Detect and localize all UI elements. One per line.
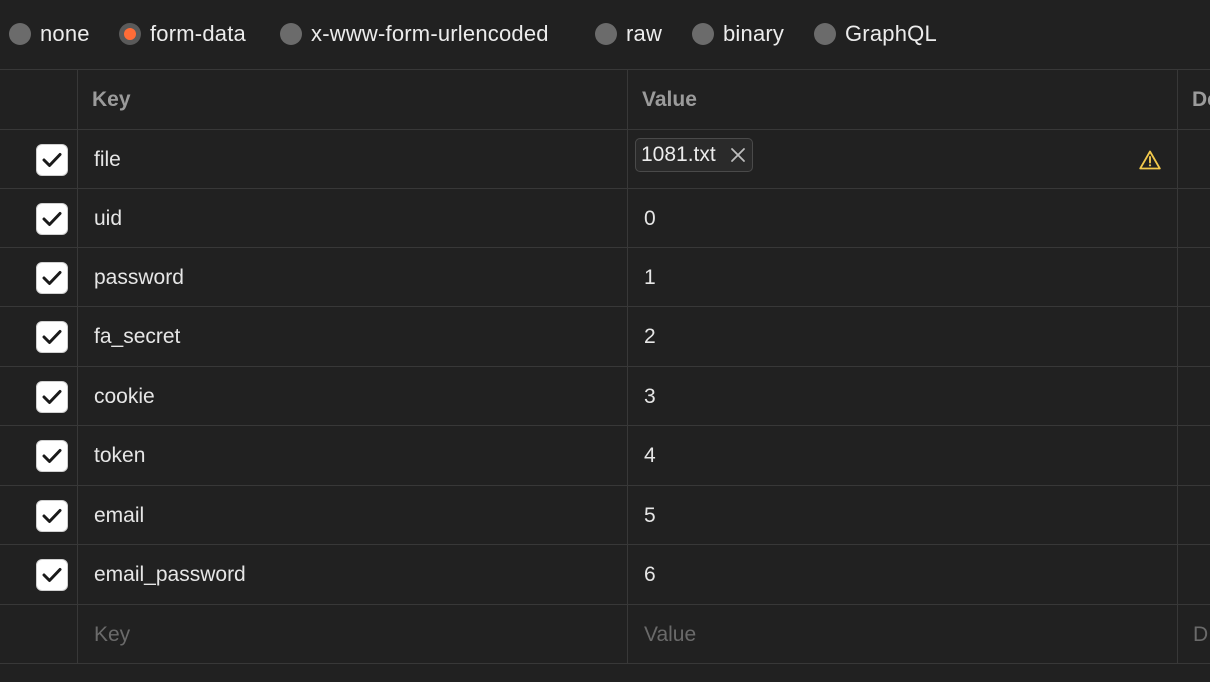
row-checkbox[interactable] [36, 189, 68, 248]
row-key[interactable]: email [94, 486, 144, 545]
warning-icon[interactable] [1139, 130, 1161, 189]
table-row: file 1081.txt [0, 129, 1210, 189]
radio-label-form-data: form-data [150, 21, 246, 46]
radio-label-raw: raw [626, 21, 663, 46]
radio-graphql[interactable]: GraphQL [814, 0, 937, 68]
radio-label-graphql: GraphQL [845, 21, 937, 46]
radio-label-urlencoded: x-www-form-urlencoded [311, 21, 549, 46]
row-value[interactable]: 3 [644, 367, 656, 426]
file-name: 1081.txt [641, 143, 716, 166]
table-row: password 1 [0, 247, 1210, 307]
row-key[interactable]: fa_secret [94, 307, 180, 367]
row-checkbox[interactable] [36, 426, 68, 486]
checkbox-checked-icon [36, 321, 68, 353]
header-value: Value [642, 88, 697, 111]
checkbox-checked-icon [36, 202, 68, 235]
new-description-input[interactable]: D [1193, 605, 1208, 664]
radio-dot-icon [692, 23, 714, 45]
table-row-new: Key Value D [0, 604, 1210, 664]
radio-selected-icon [119, 23, 141, 45]
table-header-row: Key Value De [0, 69, 1210, 130]
radio-raw[interactable]: raw [595, 0, 662, 68]
radio-dot-icon [9, 23, 31, 45]
radio-dot-icon [814, 23, 836, 45]
new-value-input[interactable]: Value [644, 605, 696, 664]
checkbox-checked-icon [36, 261, 68, 294]
table-row: email 5 [0, 485, 1210, 545]
row-key[interactable]: password [94, 248, 184, 307]
body-type-selector: none form-data x-www-form-urlencoded raw… [0, 0, 1210, 68]
row-value[interactable]: 4 [644, 426, 656, 486]
new-key-input[interactable]: Key [94, 605, 130, 664]
file-chip: 1081.txt [635, 138, 753, 172]
row-checkbox[interactable] [36, 545, 68, 605]
row-key[interactable]: token [94, 426, 145, 486]
row-value-file[interactable]: 1081.txt [635, 130, 753, 189]
radio-form-data[interactable]: form-data [119, 0, 246, 68]
row-checkbox[interactable] [36, 248, 68, 307]
checkbox-checked-icon [36, 559, 68, 591]
row-value[interactable]: 6 [644, 545, 656, 605]
header-key: Key [92, 88, 131, 111]
row-checkbox[interactable] [36, 486, 68, 545]
radio-none[interactable]: none [9, 0, 90, 68]
row-value[interactable]: 0 [644, 189, 656, 248]
row-value[interactable]: 5 [644, 486, 656, 545]
radio-label-none: none [40, 21, 90, 46]
row-value[interactable]: 1 [644, 248, 656, 307]
row-key[interactable]: uid [94, 189, 122, 248]
table-bottom-border [0, 663, 1210, 664]
checkbox-checked-icon [36, 380, 68, 413]
checkbox-checked-icon [36, 499, 68, 532]
header-description: De [1192, 88, 1210, 111]
table-row: uid 0 [0, 188, 1210, 248]
checkbox-checked-icon [36, 143, 68, 176]
radio-dot-icon [280, 23, 302, 45]
row-checkbox[interactable] [36, 367, 68, 426]
radio-dot-icon [595, 23, 617, 45]
row-checkbox[interactable] [36, 130, 68, 189]
table-row: cookie 3 [0, 366, 1210, 426]
close-icon[interactable] [730, 147, 746, 163]
row-checkbox[interactable] [36, 307, 68, 367]
row-key[interactable]: email_password [94, 545, 246, 605]
table-row: fa_secret 2 [0, 306, 1210, 367]
checkbox-checked-icon [36, 440, 68, 472]
table-row: email_password 6 [0, 544, 1210, 605]
row-key[interactable]: cookie [94, 367, 155, 426]
radio-label-binary: binary [723, 21, 785, 46]
row-value[interactable]: 2 [644, 307, 656, 367]
radio-binary[interactable]: binary [692, 0, 784, 68]
radio-urlencoded[interactable]: x-www-form-urlencoded [280, 0, 549, 68]
row-key[interactable]: file [94, 130, 121, 189]
table-row: token 4 [0, 425, 1210, 486]
